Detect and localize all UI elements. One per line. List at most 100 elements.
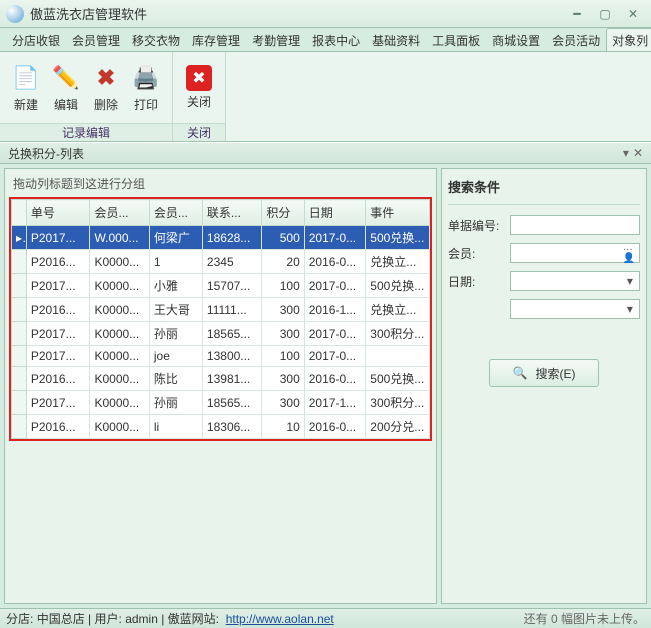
tab-5[interactable]: 报表中心 xyxy=(306,28,366,51)
table-row[interactable]: P2016...K0000...陈比13981...3002016-0...50… xyxy=(12,367,430,391)
cell[interactable]: 15707... xyxy=(202,274,261,298)
cell[interactable]: 13981... xyxy=(202,367,261,391)
cell[interactable]: 18565... xyxy=(202,391,261,415)
cell[interactable]: 300 xyxy=(262,367,304,391)
cell[interactable]: 何梁广 xyxy=(149,226,202,250)
table-row[interactable]: P2017...K0000...孙丽18565...3002017-0...30… xyxy=(12,322,430,346)
cell[interactable]: 10 xyxy=(262,415,304,439)
print-button[interactable]: 🖨️ 打印 xyxy=(126,57,166,119)
cell[interactable]: K0000... xyxy=(90,322,149,346)
col-header-6[interactable]: 事件 xyxy=(366,200,430,226)
cell[interactable]: 300 xyxy=(262,391,304,415)
cell[interactable]: K0000... xyxy=(90,250,149,274)
cell[interactable]: li xyxy=(149,415,202,439)
cell[interactable]: 20 xyxy=(262,250,304,274)
cell[interactable]: 500兑换... xyxy=(366,367,430,391)
table-row[interactable]: P2016...K0000...12345202016-0...兑换立... xyxy=(12,250,430,274)
cell[interactable]: 1 xyxy=(149,250,202,274)
cell[interactable]: 18565... xyxy=(202,322,261,346)
close-window-button[interactable]: ✕ xyxy=(621,5,645,23)
tab-0[interactable]: 分店收银 xyxy=(6,28,66,51)
cell[interactable]: 2017-0... xyxy=(304,226,366,250)
col-header-4[interactable]: 积分 xyxy=(262,200,304,226)
cell[interactable]: 王大哥 xyxy=(149,298,202,322)
cell[interactable]: 18306... xyxy=(202,415,261,439)
tab-3[interactable]: 库存管理 xyxy=(186,28,246,51)
cell[interactable]: P2016... xyxy=(26,367,90,391)
tab-10[interactable]: 对象列 xyxy=(606,28,651,51)
cell[interactable]: 500 xyxy=(262,226,304,250)
table-row[interactable]: P2016...K0000...王大哥11111...3002016-1...兑… xyxy=(12,298,430,322)
delete-button[interactable]: ✖ 删除 xyxy=(86,57,126,119)
date-from-input[interactable]: ▾ xyxy=(510,271,640,291)
cell[interactable]: 孙丽 xyxy=(149,391,202,415)
cell[interactable]: P2016... xyxy=(26,298,90,322)
cell[interactable]: P2017... xyxy=(26,322,90,346)
cell[interactable]: K0000... xyxy=(90,346,149,367)
col-header-0[interactable]: 单号 xyxy=(26,200,90,226)
member-input[interactable]: …👤 xyxy=(510,243,640,263)
cell[interactable]: 2017-0... xyxy=(304,346,366,367)
cell[interactable]: 2016-0... xyxy=(304,367,366,391)
cell[interactable]: 300 xyxy=(262,298,304,322)
close-button[interactable]: ✖ 关闭 xyxy=(179,57,219,119)
cell[interactable]: 兑换立... xyxy=(366,250,430,274)
tab-1[interactable]: 会员管理 xyxy=(66,28,126,51)
cell[interactable]: 2017-1... xyxy=(304,391,366,415)
cell[interactable]: 11111... xyxy=(202,298,261,322)
tab-7[interactable]: 工具面板 xyxy=(426,28,486,51)
cell[interactable]: 300积分... xyxy=(366,391,430,415)
maximize-button[interactable]: ▢ xyxy=(593,5,617,23)
data-grid[interactable]: 单号会员...会员...联系...积分日期事件▸P2017...W.000...… xyxy=(9,197,432,441)
cell[interactable]: 孙丽 xyxy=(149,322,202,346)
member-picker-icon[interactable]: …👤 xyxy=(623,242,637,264)
tab-2[interactable]: 移交衣物 xyxy=(126,28,186,51)
table-row[interactable]: P2017...K0000...孙丽18565...3002017-1...30… xyxy=(12,391,430,415)
cell[interactable]: 2345 xyxy=(202,250,261,274)
cell[interactable]: W.000... xyxy=(90,226,149,250)
cell[interactable]: 100 xyxy=(262,274,304,298)
cell[interactable]: 13800... xyxy=(202,346,261,367)
cell[interactable]: 2017-0... xyxy=(304,322,366,346)
chevron-down-icon[interactable]: ▾ xyxy=(623,274,637,288)
cell[interactable]: K0000... xyxy=(90,367,149,391)
table-row[interactable]: ▸P2017...W.000...何梁广18628...5002017-0...… xyxy=(12,226,430,250)
tab-9[interactable]: 会员活动 xyxy=(546,28,606,51)
cell[interactable]: joe xyxy=(149,346,202,367)
cell[interactable]: 300积分... xyxy=(366,322,430,346)
cell[interactable]: P2017... xyxy=(26,346,90,367)
search-button[interactable]: 🔍 搜索(E) xyxy=(489,359,599,387)
cell[interactable]: 500兑换... xyxy=(366,274,430,298)
tab-4[interactable]: 考勤管理 xyxy=(246,28,306,51)
group-by-hint[interactable]: 拖动列标题到这进行分组 xyxy=(5,169,436,197)
cell[interactable]: K0000... xyxy=(90,415,149,439)
chevron-down-icon[interactable]: ▾ xyxy=(623,302,637,316)
col-header-3[interactable]: 联系... xyxy=(202,200,261,226)
edit-button[interactable]: ✏️ 编辑 xyxy=(46,57,86,119)
col-header-1[interactable]: 会员... xyxy=(90,200,149,226)
col-header-2[interactable]: 会员... xyxy=(149,200,202,226)
cell[interactable]: P2016... xyxy=(26,415,90,439)
cell[interactable]: 500兑换... xyxy=(366,226,430,250)
cell[interactable]: 陈比 xyxy=(149,367,202,391)
site-link[interactable]: http://www.aolan.net xyxy=(226,612,334,626)
tab-8[interactable]: 商城设置 xyxy=(486,28,546,51)
cell[interactable]: K0000... xyxy=(90,391,149,415)
cell[interactable]: K0000... xyxy=(90,298,149,322)
minimize-button[interactable]: ━ xyxy=(565,5,589,23)
cell[interactable]: P2017... xyxy=(26,226,90,250)
cell[interactable]: K0000... xyxy=(90,274,149,298)
cell[interactable]: P2017... xyxy=(26,274,90,298)
new-button[interactable]: 📄 新建 xyxy=(6,57,46,119)
date-to-input[interactable]: ▾ xyxy=(510,299,640,319)
subheader-close-icon[interactable]: ✕ xyxy=(633,146,643,160)
cell[interactable]: 2017-0... xyxy=(304,274,366,298)
table-row[interactable]: P2017...K0000...joe13800...1002017-0... xyxy=(12,346,430,367)
cell[interactable]: 18628... xyxy=(202,226,261,250)
cell[interactable]: 兑换立... xyxy=(366,298,430,322)
cell[interactable]: 300 xyxy=(262,322,304,346)
cell[interactable]: P2017... xyxy=(26,391,90,415)
cell[interactable] xyxy=(366,346,430,367)
cell[interactable]: 200分兑... xyxy=(366,415,430,439)
tab-6[interactable]: 基础资料 xyxy=(366,28,426,51)
